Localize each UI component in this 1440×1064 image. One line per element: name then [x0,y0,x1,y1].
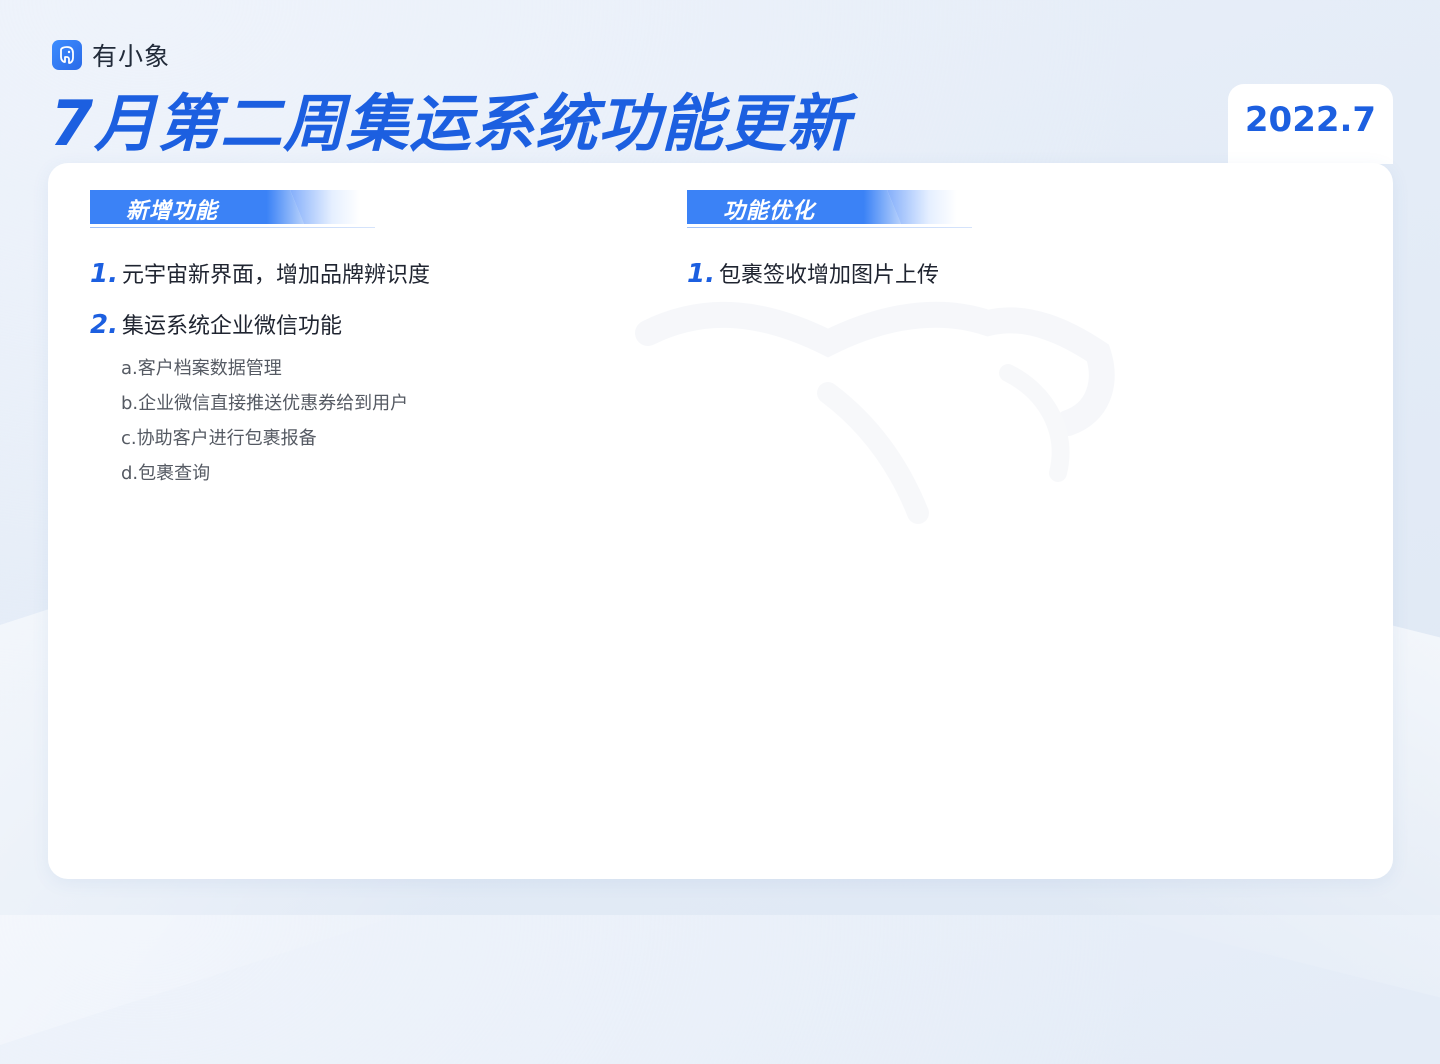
section-header: 新增功能 [90,187,375,228]
brand-name: 有小象 [92,42,171,71]
sub-list-item: c.协助客户进行包裹报备 [121,428,317,449]
section-optimizations: 功能优化 1. 包裹签收增加图片上传 [687,187,972,308]
page-title: 7月第二周集运系统功能更新 [50,87,851,160]
list-item: 2. 集运系统企业微信功能 [90,308,430,340]
section-header: 功能优化 [687,187,972,228]
elephant-logo-icon [52,40,82,70]
item-number: 2. [90,310,118,340]
item-number: 1. [687,259,715,289]
date-label: 2022.7 [1244,100,1377,140]
item-text: 包裹签收增加图片上传 [719,263,940,288]
date-badge: 2022.7 [1228,84,1393,164]
list-item: 1. 包裹签收增加图片上传 [687,257,972,289]
section-title: 新增功能 [126,199,219,224]
item-text: 元宇宙新界面，增加品牌辨识度 [122,263,431,288]
feature-list: 1. 元宇宙新界面，增加品牌辨识度 2. 集运系统企业微信功能 a.客户档案数据… [90,257,430,491]
feature-list: 1. 包裹签收增加图片上传 [687,257,972,289]
content-card: 新增功能 1. 元宇宙新界面，增加品牌辨识度 2. 集运系统企业微信功能 a.客… [48,163,1393,879]
list-item: 1. 元宇宙新界面，增加品牌辨识度 [90,257,430,289]
item-text: 集运系统企业微信功能 [122,314,343,339]
section-title: 功能优化 [723,199,816,224]
sub-list-item: d.包裹查询 [121,463,211,484]
brand-logo: 有小象 [52,39,170,71]
sub-list: a.客户档案数据管理 b.企业微信直接推送优惠券给到用户 c.协助客户进行包裹报… [121,351,430,491]
section-divider [687,227,972,228]
sub-list-item: b.企业微信直接推送优惠券给到用户 [121,393,409,414]
item-number: 1. [90,259,118,289]
section-new-features: 新增功能 1. 元宇宙新界面，增加品牌辨识度 2. 集运系统企业微信功能 a.客… [90,187,430,491]
section-divider [90,227,375,228]
sub-list-item: a.客户档案数据管理 [121,358,282,379]
